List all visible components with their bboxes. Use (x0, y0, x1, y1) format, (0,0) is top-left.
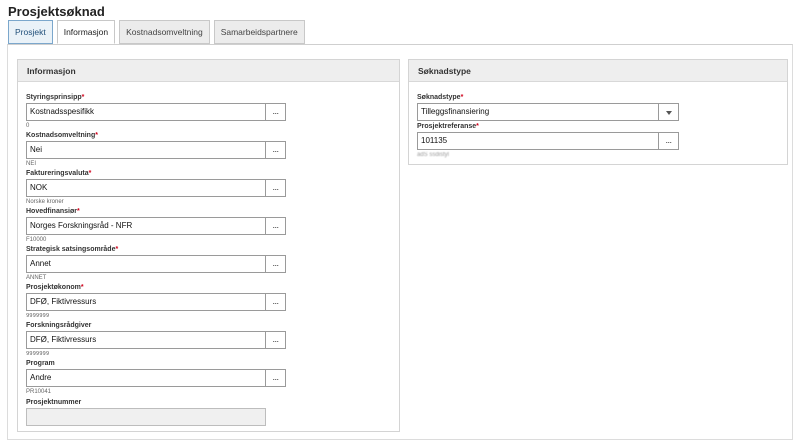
field-description: F10000 (26, 237, 47, 243)
tab-bar: Prosjekt Informasjon Kostnadsomveltning … (8, 20, 309, 44)
styringsprinsipp-input[interactable]: Kostnadsspesifikk (26, 103, 266, 121)
ellipsis-icon[interactable]: ... (659, 132, 679, 150)
field-hovedfinansior: Hovedfinansiør* Norges Forskningsråd - N… (26, 207, 286, 244)
required-marker: * (476, 123, 479, 130)
field-label: Forskningsrådgiver (26, 322, 92, 329)
prosjektreferanse-input[interactable]: 101135 (417, 132, 659, 150)
field-description: 9999999 (26, 313, 50, 319)
kostnadsomveltning-input[interactable]: Nei (26, 141, 266, 159)
field-styringsprinsipp: Styringsprinsipp* Kostnadsspesifikk ... … (26, 93, 286, 130)
field-forskningsradgiver: Forskningsrådgiver DFØ, Fiktivressurs ..… (26, 321, 286, 358)
field-description: adS ssdistyl (417, 152, 450, 158)
field-label: Kostnadsomveltning* (26, 132, 98, 139)
field-description: Norske kroner (26, 199, 64, 205)
faktureringsvaluta-input[interactable]: NOK (26, 179, 266, 197)
tab-samarbeidspartnere[interactable]: Samarbeidspartnere (213, 20, 305, 44)
page-title: Prosjektsøknad (8, 4, 105, 19)
ellipsis-icon[interactable]: ... (266, 141, 286, 159)
ellipsis-icon[interactable]: ... (266, 179, 286, 197)
required-marker: * (88, 170, 92, 177)
field-label: Prosjektreferanse* (417, 123, 479, 130)
field-label: Søknadstype* (417, 94, 464, 101)
ellipsis-icon[interactable]: ... (266, 369, 286, 387)
required-marker: * (76, 208, 80, 215)
field-label: Strategisk satsingsområde* (26, 246, 119, 253)
field-program: Program Andre ... PR10041 (26, 359, 286, 396)
field-faktureringsvaluta: Faktureringsvaluta* NOK ... Norske krone… (26, 169, 286, 206)
ellipsis-icon[interactable]: ... (266, 103, 286, 121)
field-description: PR10041 (26, 389, 52, 395)
field-label: Styringsprinsipp* (26, 94, 85, 101)
field-soknadstype: Søknadstype* Tilleggsfinansiering (417, 93, 679, 121)
hovedfinansior-input[interactable]: Norges Forskningsråd - NFR (26, 217, 266, 235)
field-prosjektnummer: Prosjektnummer (26, 398, 266, 426)
panel-title: Søknadstype (409, 60, 787, 82)
field-label: Program (26, 360, 55, 367)
field-label: Faktureringsvaluta* (26, 170, 92, 177)
program-input[interactable]: Andre (26, 369, 266, 387)
field-description: 0 (26, 123, 30, 129)
chevron-down-icon[interactable] (659, 103, 679, 121)
field-description: NEI (26, 161, 37, 167)
prosjektnummer-input (26, 408, 266, 426)
field-label: Hovedfinansiør* (26, 208, 80, 215)
informasjon-panel: Informasjon Styringsprinsipp* Kostnadssp… (17, 59, 400, 432)
field-prosjektreferanse: Prosjektreferanse* 101135 ... adS ssdist… (417, 122, 679, 159)
required-marker: * (460, 94, 464, 101)
ellipsis-icon[interactable]: ... (266, 293, 286, 311)
tab-kostnadsomveltning[interactable]: Kostnadsomveltning (119, 20, 210, 44)
forskningsradgiver-input[interactable]: DFØ, Fiktivressurs (26, 331, 266, 349)
field-strategisk-satsingsomrade: Strategisk satsingsområde* Annet ... ANN… (26, 245, 286, 282)
field-prosjektokonom: Prosjektøkonom* DFØ, Fiktivressurs ... 9… (26, 283, 286, 320)
field-kostnadsomveltning: Kostnadsomveltning* Nei ... NEI (26, 131, 286, 168)
field-label: Prosjektnummer (26, 399, 82, 406)
required-marker: * (80, 284, 84, 291)
field-label: Prosjektøkonom* (26, 284, 84, 291)
field-description: ANNET (26, 275, 47, 281)
tab-informasjon[interactable]: Informasjon (56, 20, 116, 44)
tab-prosjekt[interactable]: Prosjekt (8, 20, 53, 44)
required-marker: * (81, 94, 85, 101)
field-description: 9999999 (26, 351, 50, 357)
soknadstype-select[interactable]: Tilleggsfinansiering (417, 103, 659, 121)
ellipsis-icon[interactable]: ... (266, 217, 286, 235)
ellipsis-icon[interactable]: ... (266, 331, 286, 349)
soknadstype-panel: Søknadstype Søknadstype* Tilleggsfinansi… (408, 59, 788, 165)
required-marker: * (95, 132, 98, 139)
panel-title: Informasjon (18, 60, 399, 82)
tab-content: Informasjon Styringsprinsipp* Kostnadssp… (7, 44, 793, 440)
strategisk-satsingsomrade-input[interactable]: Annet (26, 255, 266, 273)
ellipsis-icon[interactable]: ... (266, 255, 286, 273)
required-marker: * (115, 246, 119, 253)
prosjektokonom-input[interactable]: DFØ, Fiktivressurs (26, 293, 266, 311)
